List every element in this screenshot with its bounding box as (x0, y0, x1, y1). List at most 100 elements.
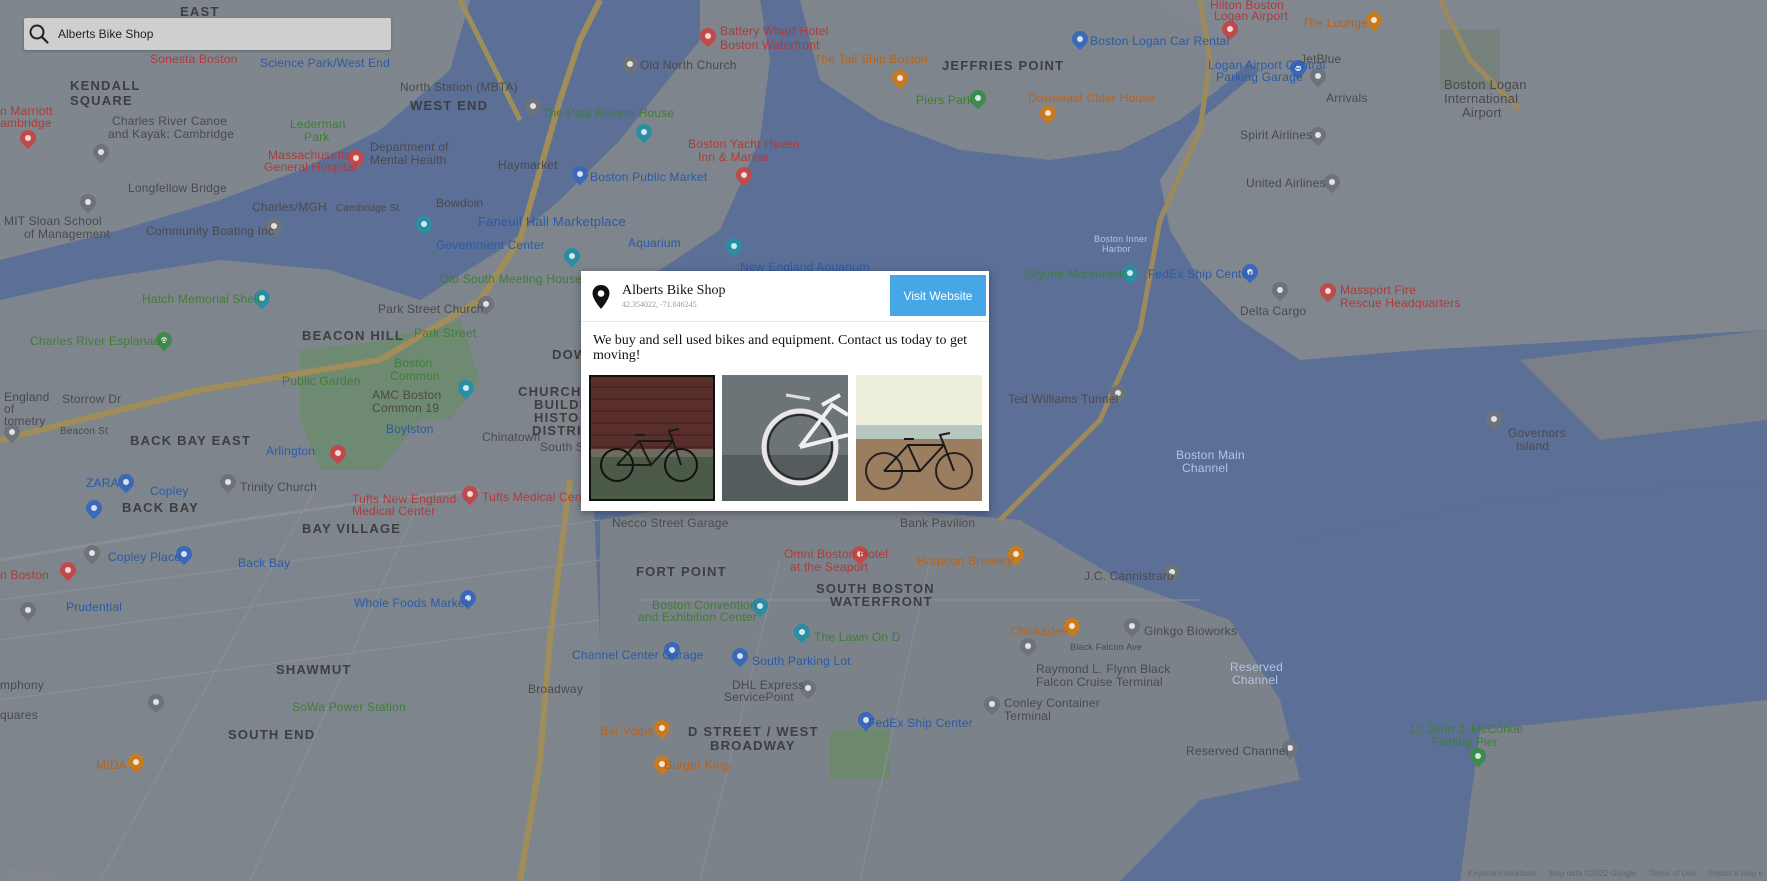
map-label-n-boston: n Boston (0, 568, 49, 582)
map-label-south-end: SOUTH END (228, 727, 316, 742)
map-label-te-williams: Ted Williams Tunnel (1008, 392, 1119, 406)
map-label-mgh-2: General Hospital (264, 160, 357, 174)
map-label-reserved-channel: Reserved Channel (1186, 744, 1289, 758)
map-label-main-channel: Boston Main (1176, 448, 1245, 462)
map-label-lederman: Lederman (290, 117, 346, 131)
visit-website-button[interactable]: Visit Website (890, 275, 986, 316)
map-label-omni-2: at the Seaport (790, 560, 869, 574)
terms-link[interactable]: Terms of Use (1649, 869, 1696, 878)
map-label-park-street: Park Street (414, 326, 477, 340)
map-label-harpoon: Harpoon Brewery (917, 554, 1014, 568)
map-label-united: United Airlines (1246, 176, 1326, 190)
map-label-channel-garage: Channel Center Garage (572, 648, 704, 662)
map-label-inner-harbor-2: Harbor (1102, 244, 1131, 254)
map-label-omni: Omni Boston Hotel (784, 547, 889, 561)
location-marker-icon (592, 285, 610, 309)
map-label-charles-canoe-2: and Kayak: Cambridge (108, 127, 235, 141)
map-label-kendall: KENDALL (70, 78, 141, 93)
map-label-zara: ZARA (86, 476, 119, 490)
map-label-dmh-2: Mental Health (370, 153, 447, 167)
map-footer: Keyboard shortcuts Map data ©2022 Google… (1458, 869, 1763, 878)
map-label-amc-2: Common 19 (372, 401, 440, 415)
shop-coordinates: 42.354022, -71.046245 (622, 300, 697, 309)
shop-name: Alberts Bike Shop (622, 283, 726, 298)
map-label-d-street: D STREET / WEST (688, 724, 819, 739)
map-label-trinity: Trinity Church (240, 480, 318, 494)
map-label-broadway: Broadway (528, 682, 583, 696)
map-label-sowa: SoWa Power Station (292, 700, 406, 714)
map-label-fedex-center: FedEx Ship Center (1148, 267, 1253, 281)
map-label-boston-common: Boston (394, 356, 433, 370)
map-label-battery-wharf-2: Boston Waterfront (720, 38, 820, 52)
map-label-paul-revere: The Paul Revere House (542, 106, 675, 120)
map-label-reserved: Reserved (1230, 660, 1283, 674)
map-label-faneuil: Faneuil Hall Marketplace (478, 214, 626, 229)
map-label-black-falcon: Black Falcon Ave (1070, 642, 1143, 652)
map-label-south-parking: South Parking Lot (752, 654, 851, 668)
map-label-dhl-2: ServicePoint (724, 690, 794, 704)
map-label-downeast: Downeast Cider House (1028, 91, 1156, 105)
search-bar[interactable] (24, 18, 391, 50)
map-label-reserved-2: Channel (1232, 673, 1279, 687)
map-label-dmh: Department of (370, 140, 449, 154)
map-label-west-end: WEST END (410, 98, 489, 113)
shop-description: We buy and sell used bikes and equipment… (593, 333, 968, 363)
map-label-back-bay-station: Back Bay (238, 556, 291, 570)
map-label-charles-mgh: Charles/MGH (252, 200, 327, 214)
map-label-arlington: Arlington (266, 444, 316, 458)
map-label-logan-airport-2: International (1444, 91, 1519, 106)
map-label-mccorkle: Lt. John J. McCorkle (1410, 722, 1524, 736)
map-label-bcec-2: and Exhibition Center (638, 610, 757, 624)
map-label-tufts-center: Tufts Medical Cente (482, 490, 593, 504)
map-label-raymond: Raymond L. Flynn Black (1036, 662, 1171, 676)
shop-photo-bike-brick-wall[interactable] (589, 375, 715, 501)
shop-photo-bike-closeup[interactable] (722, 375, 848, 501)
map-label-raymond-2: Falcon Cruise Terminal (1036, 675, 1163, 689)
map-label-boylston: Boylston (386, 422, 434, 436)
search-input[interactable] (56, 26, 380, 42)
map-label-yacht-haven: Boston Yacht Haven (688, 137, 800, 151)
map-label-old-south: Old South Meeting House (440, 272, 583, 286)
map-label-governors: Governors (1508, 426, 1566, 440)
map-label-bar-volpe: Bar Volpe (600, 724, 654, 738)
map-label-logan-airport-3: Airport (1462, 105, 1502, 120)
map-label-lawn-on-d: The Lawn On D (814, 630, 901, 644)
map-label-north-station: North Station (MBTA) (400, 80, 518, 94)
map-label-fedex-2: FedEx Ship Center (868, 716, 973, 730)
report-link[interactable]: Report a map e (1708, 869, 1763, 878)
map-label-charles-canoe: Charles River Canoe (112, 114, 228, 128)
map-label-logan-parking-2: Parking Garage (1216, 70, 1303, 84)
map-label-haymarket: Haymarket (498, 158, 558, 172)
map-label-inner-harbor: Boston Inner (1094, 234, 1148, 244)
map-label-mida: MIDA (96, 758, 127, 772)
map-label-community-boating: Community Boating Inc (146, 224, 275, 238)
map-label-public-market: Boston Public Market (590, 170, 708, 184)
map-label-broadway-hood: BROADWAY (710, 738, 796, 753)
map-label-arrivals: Arrivals (1326, 91, 1368, 105)
map-label-cambridge-st: Cambridge St (336, 203, 400, 214)
map-label-prudential: Prudential (66, 600, 123, 614)
map-label-ginkgo: Ginkgo Bioworks (1144, 624, 1238, 638)
map-label-logan-car-rental: Boston Logan Car Rental (1090, 34, 1230, 48)
map-label-chinatown: Chinatown (482, 430, 541, 444)
map-label-amc: AMC Boston (372, 388, 442, 402)
map-label-the-lounge: The Lounge (1302, 16, 1369, 30)
map-label-hilton-2: Logan Airport (1214, 9, 1288, 23)
shop-photo-bike-beach[interactable] (856, 375, 982, 501)
keyboard-shortcuts-link[interactable]: Keyboard shortcuts (1468, 869, 1537, 878)
map-label-main-channel-2: Channel (1182, 461, 1229, 475)
map-label-copley: Copley (150, 484, 189, 498)
map-label-charles-esplanade: Charles River Esplanade (30, 334, 168, 348)
map-label-mit-sloan-2: of Management (24, 227, 110, 241)
map-label-public-garden: Public Garden (282, 374, 361, 388)
map-label-lederman-2: Park (304, 130, 330, 144)
map-label-east-cambridge: EAST (180, 4, 220, 19)
map-label-conley-2: Terminal (1004, 709, 1051, 723)
map-label-battery-wharf: Battery Wharf Hotel (720, 24, 829, 38)
map-label-massport: Massport Fire (1340, 283, 1416, 297)
map-label-longfellow: Longfellow Bridge (128, 181, 227, 195)
map-label-copley-place: Copley Place (108, 550, 182, 564)
map-label-waterfront: WATERFRONT (830, 594, 933, 609)
map-label-science-park: Science Park/West End (260, 56, 391, 70)
search-icon (29, 24, 49, 44)
